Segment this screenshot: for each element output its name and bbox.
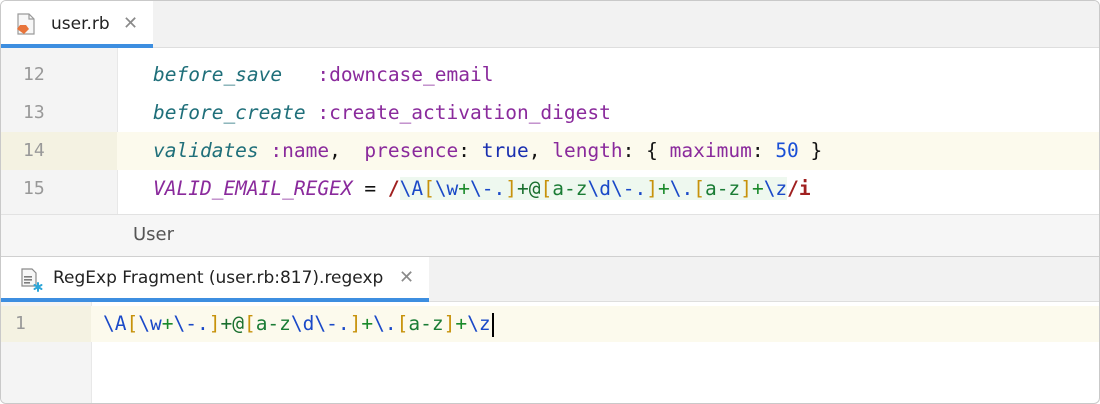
regex-token: [ bbox=[396, 312, 409, 335]
code-text: validates :name, presence: true, length:… bbox=[153, 132, 822, 170]
regex-token: ] bbox=[208, 312, 221, 335]
regex-token: \z bbox=[763, 177, 788, 200]
symbol: :downcase_email bbox=[317, 63, 494, 86]
regex-token: a-z bbox=[255, 312, 291, 335]
regex-token: ] bbox=[443, 312, 456, 335]
hash-key: length bbox=[552, 139, 623, 162]
text-caret bbox=[491, 312, 494, 337]
regex-token: [ bbox=[693, 177, 705, 200]
regex-token: \d bbox=[587, 177, 611, 200]
editor-tab-bar: user.rb ✕ bbox=[1, 1, 1099, 48]
punctuation: : bbox=[458, 139, 482, 162]
regex-token: \. bbox=[669, 177, 694, 200]
tab-label: user.rb bbox=[51, 14, 110, 34]
line-number: 1 bbox=[1, 306, 91, 342]
regex-token: [ bbox=[126, 312, 139, 335]
punctuation: } bbox=[798, 139, 823, 162]
line-number: 15 bbox=[23, 178, 45, 199]
regex-token: \d bbox=[290, 312, 315, 335]
regex-token: +@ bbox=[517, 177, 541, 200]
punctuation: , bbox=[329, 139, 365, 162]
punctuation: : { bbox=[622, 139, 670, 162]
code-line-current: 14 validates :name, presence: true, leng… bbox=[1, 132, 1099, 170]
regex-token: \-. bbox=[314, 312, 350, 335]
regex-token: ] bbox=[740, 177, 752, 200]
fragment-tab-bar: RegExp Fragment (user.rb:817).regexp ✕ bbox=[1, 257, 1099, 302]
regex-token: + bbox=[455, 312, 468, 335]
code-text: VALID_EMAIL_REGEX = /\A[\w+\-.]+@[a-z\d\… bbox=[153, 170, 811, 208]
symbol: :name bbox=[270, 139, 330, 162]
regex-token: \z bbox=[467, 312, 491, 335]
number: 50 bbox=[775, 139, 799, 162]
line-number: 12 bbox=[23, 64, 45, 85]
line-number: 14 bbox=[1, 132, 117, 170]
regex-delimiter: / bbox=[387, 177, 400, 200]
code-text: before_create :create_activation_digest bbox=[153, 94, 611, 132]
tab-regexp-fragment[interactable]: RegExp Fragment (user.rb:817).regexp ✕ bbox=[1, 257, 429, 302]
hash-key: maximum bbox=[669, 139, 752, 162]
regex-token: \. bbox=[373, 312, 397, 335]
regex-token: [ bbox=[243, 312, 256, 335]
regex-token: \-. bbox=[470, 177, 506, 200]
code-editor[interactable]: 12 before_save :downcase_email 13 before… bbox=[1, 48, 1099, 214]
regex-token: + bbox=[751, 177, 764, 200]
regexp-fragment-icon bbox=[21, 268, 43, 292]
code-line: 12 before_save :downcase_email bbox=[1, 56, 1099, 94]
method-call: before_create bbox=[153, 101, 306, 124]
regex-token: \A bbox=[399, 177, 424, 200]
method-call: before_save bbox=[153, 63, 283, 86]
regex-token: ] bbox=[349, 312, 362, 335]
close-tab-icon[interactable]: ✕ bbox=[123, 13, 138, 34]
regex-token: + bbox=[458, 177, 471, 200]
code-line: 13 before_create :create_activation_dige… bbox=[1, 94, 1099, 132]
regex-token: ] bbox=[505, 177, 518, 200]
regex-token: \A bbox=[103, 312, 127, 335]
breadcrumb: User bbox=[1, 214, 1099, 257]
hash-key: presence bbox=[364, 139, 459, 162]
punctuation: , bbox=[528, 139, 553, 162]
code-line-current: 1 \A[\w+\-.]+@[a-z\d\-.]+\.[a-z]+\z bbox=[1, 306, 1099, 342]
regex-token: \-. bbox=[610, 177, 647, 200]
regex-token: [ bbox=[540, 177, 553, 200]
boolean: true bbox=[481, 139, 529, 162]
code-text: before_save :downcase_email bbox=[153, 56, 493, 94]
punctuation: : bbox=[751, 139, 776, 162]
line-number: 13 bbox=[23, 102, 45, 123]
code-line: 15 VALID_EMAIL_REGEX = /\A[\w+\-.]+@[a-z… bbox=[1, 170, 1099, 208]
regex-token: a-z bbox=[552, 177, 588, 200]
regex-token: +@ bbox=[220, 312, 244, 335]
regex-token: [ bbox=[423, 177, 435, 200]
breadcrumb-item-user[interactable]: User bbox=[133, 224, 174, 245]
regex-token: \-. bbox=[173, 312, 209, 335]
regex-token: a-z bbox=[704, 177, 741, 200]
ide-window: user.rb ✕ 12 before_save :downcase_email… bbox=[0, 0, 1100, 404]
fragment-editor[interactable]: 1 \A[\w+\-.]+@[a-z\d\-.]+\.[a-z]+\z bbox=[1, 302, 1099, 403]
constant: VALID_EMAIL_REGEX bbox=[153, 177, 353, 200]
tab-user-rb[interactable]: user.rb ✕ bbox=[1, 1, 153, 48]
regex-token: ] bbox=[646, 177, 658, 200]
regex-token: + bbox=[657, 177, 670, 200]
method-call: validates bbox=[153, 139, 259, 162]
regex-token: \w bbox=[138, 312, 162, 335]
regex-token: + bbox=[161, 312, 174, 335]
symbol: :create_activation_digest bbox=[317, 101, 611, 124]
tab-label: RegExp Fragment (user.rb:817).regexp bbox=[53, 268, 384, 288]
close-tab-icon[interactable]: ✕ bbox=[399, 267, 414, 288]
regex-token: + bbox=[361, 312, 374, 335]
operator: = bbox=[352, 177, 388, 200]
regex-delimiter: /i bbox=[787, 177, 811, 200]
ruby-file-icon bbox=[17, 13, 35, 35]
regex-token: \w bbox=[434, 177, 459, 200]
regex-literal[interactable]: \A[\w+\-.]+@[a-z\d\-.]+\.[a-z]+\z bbox=[399, 177, 788, 200]
regex-fragment-text: \A[\w+\-.]+@[a-z\d\-.]+\.[a-z]+\z bbox=[103, 306, 494, 342]
regex-token: a-z bbox=[408, 312, 444, 335]
